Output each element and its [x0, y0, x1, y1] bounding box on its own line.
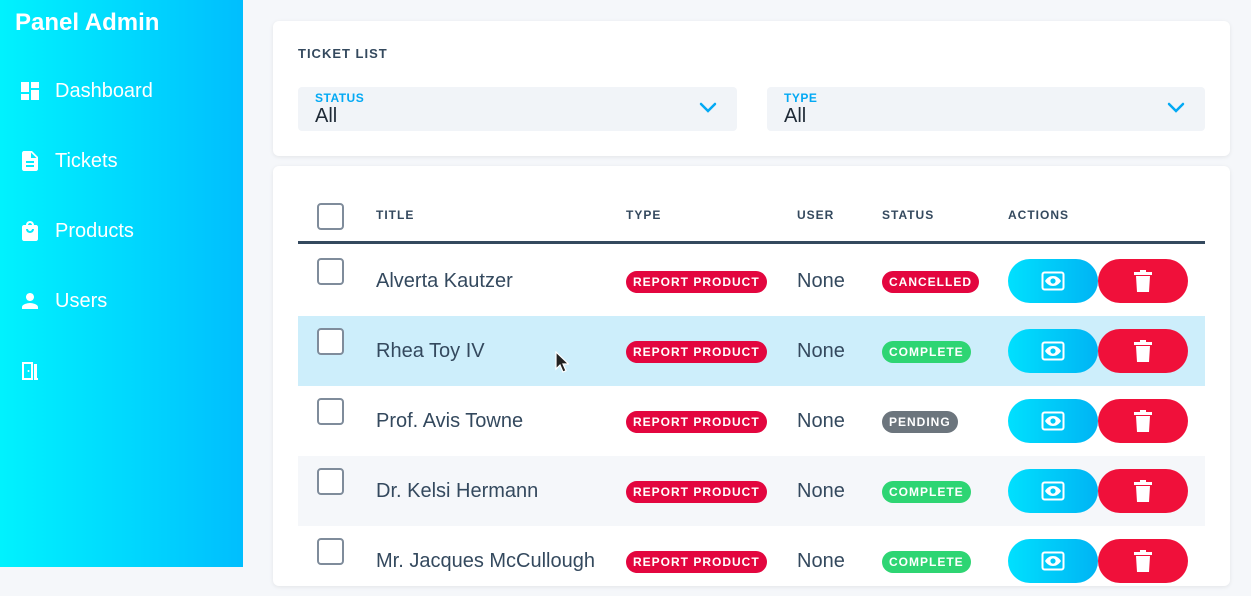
table-row[interactable]: Rhea Toy IV REPORT PRODUCT None COMPLETE [298, 316, 1205, 386]
status-badge: COMPLETE [882, 481, 971, 503]
column-header-status: STATUS [882, 208, 935, 222]
ticket-title: Dr. Kelsi Hermann [376, 480, 539, 502]
type-badge: REPORT PRODUCT [626, 271, 767, 293]
ticket-title: Prof. Avis Towne [376, 410, 524, 432]
type-select-value: All [784, 105, 807, 127]
sidebar-item-label: Tickets [55, 149, 118, 172]
row-checkbox[interactable] [317, 468, 344, 495]
type-badge: REPORT PRODUCT [626, 341, 767, 363]
type-badge: REPORT PRODUCT [626, 481, 767, 503]
ticket-user: None [797, 270, 845, 292]
chevron-down-icon [1167, 102, 1185, 113]
status-badge: CANCELLED [882, 271, 979, 293]
sidebar-item-tickets[interactable]: Tickets [0, 136, 243, 186]
eye-icon [1041, 481, 1065, 501]
table-row[interactable]: Mr. Jacques McCullough REPORT PRODUCT No… [298, 526, 1205, 596]
delete-button[interactable] [1098, 399, 1188, 443]
sidebar-item-label: Users [55, 289, 108, 312]
status-select-label: STATUS [315, 91, 365, 105]
ticket-filter-card: TICKET LIST STATUS All TYPE All [273, 21, 1230, 156]
sidebar-item-products[interactable]: Products [0, 206, 243, 256]
view-button[interactable] [1008, 329, 1098, 373]
delete-button[interactable] [1098, 469, 1188, 513]
status-select-value: All [315, 105, 338, 127]
table-row[interactable]: Prof. Avis Towne REPORT PRODUCT None PEN… [298, 386, 1205, 456]
document-icon [22, 151, 38, 171]
delete-button[interactable] [1098, 259, 1188, 303]
dashboard-icon [21, 82, 39, 100]
mouse-cursor-icon [555, 351, 569, 373]
row-checkbox[interactable] [317, 328, 344, 355]
chevron-down-icon [699, 102, 717, 113]
view-button[interactable] [1008, 259, 1098, 303]
eye-icon [1041, 341, 1065, 361]
column-header-user: USER [797, 208, 835, 222]
user-icon [22, 293, 38, 309]
row-checkbox[interactable] [317, 398, 344, 425]
column-header-type: TYPE [626, 208, 662, 222]
ticket-table-card: TITLE TYPE USER STATUS ACTIONS Alverta K… [273, 166, 1230, 586]
status-badge: COMPLETE [882, 551, 971, 573]
table-header: TITLE TYPE USER STATUS ACTIONS [298, 188, 1205, 244]
status-badge: PENDING [882, 411, 958, 433]
status-badge: COMPLETE [882, 341, 971, 363]
card-title: TICKET LIST [298, 46, 388, 61]
delete-button[interactable] [1098, 539, 1188, 583]
logout-door-icon [22, 362, 38, 380]
status-select[interactable]: STATUS All [298, 87, 737, 131]
ticket-title: Mr. Jacques McCullough [376, 550, 595, 572]
eye-icon [1041, 271, 1065, 291]
brand-title: Panel Admin [15, 9, 160, 36]
table-row[interactable]: Dr. Kelsi Hermann REPORT PRODUCT None CO… [298, 456, 1205, 526]
table-row[interactable]: Alverta Kautzer REPORT PRODUCT None CANC… [298, 246, 1205, 316]
view-button[interactable] [1008, 399, 1098, 443]
select-all-checkbox[interactable] [317, 203, 344, 230]
sidebar-item-label: Dashboard [55, 79, 153, 102]
ticket-user: None [797, 550, 845, 572]
row-checkbox[interactable] [317, 258, 344, 285]
type-select[interactable]: TYPE All [767, 87, 1205, 131]
ticket-title: Rhea Toy IV [376, 340, 485, 362]
ticket-user: None [797, 480, 845, 502]
trash-icon [1134, 340, 1152, 362]
shopping-bag-icon [22, 221, 38, 241]
column-header-actions: ACTIONS [1008, 208, 1069, 222]
view-button[interactable] [1008, 469, 1098, 513]
ticket-title: Alverta Kautzer [376, 270, 513, 292]
row-checkbox[interactable] [317, 538, 344, 565]
ticket-user: None [797, 340, 845, 362]
type-badge: REPORT PRODUCT [626, 411, 767, 433]
eye-icon [1041, 411, 1065, 431]
sidebar-item-dashboard[interactable]: Dashboard [0, 66, 243, 116]
trash-icon [1134, 270, 1152, 292]
trash-icon [1134, 410, 1152, 432]
sidebar-item-logout[interactable] [0, 346, 243, 396]
eye-icon [1041, 551, 1065, 571]
delete-button[interactable] [1098, 329, 1188, 373]
trash-icon [1134, 550, 1152, 572]
view-button[interactable] [1008, 539, 1098, 583]
type-select-label: TYPE [784, 91, 818, 105]
trash-icon [1134, 480, 1152, 502]
sidebar: Panel Admin Dashboard Tickets Products U… [0, 0, 243, 567]
ticket-user: None [797, 410, 845, 432]
type-badge: REPORT PRODUCT [626, 551, 767, 573]
sidebar-item-label: Products [55, 219, 134, 242]
sidebar-item-users[interactable]: Users [0, 276, 243, 326]
column-header-title: TITLE [376, 208, 415, 222]
